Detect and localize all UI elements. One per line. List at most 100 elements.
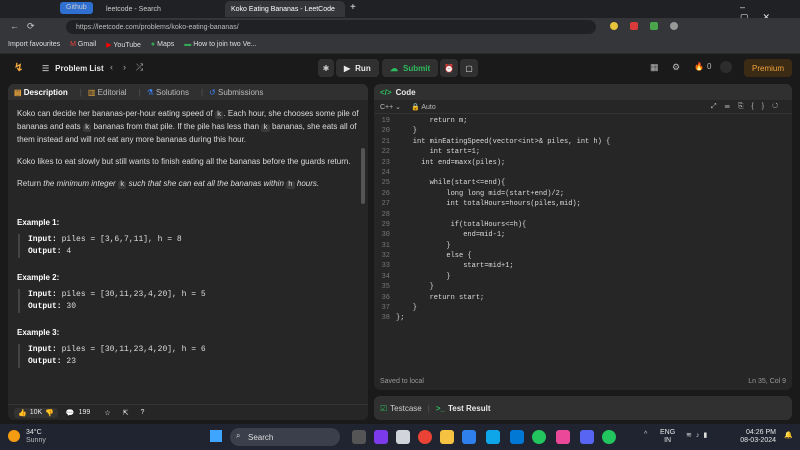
comments-button[interactable]: 💬 199 (66, 409, 90, 417)
favorite-youtube[interactable]: ▶ YouTube (106, 41, 141, 49)
description-panel: ▤ Description | ▥ Editorial | ⚗ Solution… (8, 84, 368, 420)
tab-github[interactable]: Github (60, 2, 93, 14)
tab-submissions[interactable]: ↺ Submissions (209, 88, 263, 97)
mail-icon[interactable] (510, 430, 524, 444)
profile-icon[interactable] (670, 22, 678, 30)
line-number: 36 (381, 293, 390, 302)
tray-chevron-icon[interactable]: ^ (644, 431, 647, 438)
tab-koko[interactable]: Koko Eating Bananas - LeetCode (225, 1, 345, 17)
url-field[interactable]: https://leetcode.com/problems/koko-eatin… (66, 20, 596, 34)
tab-leetcode-search[interactable]: leetcode - Search (100, 1, 220, 17)
language-indicator[interactable]: ENG IN (660, 429, 675, 445)
task-view-icon[interactable] (352, 430, 366, 444)
code-line[interactable]: 30 end=mid-1; (374, 230, 792, 240)
like-button[interactable]: 👍 10K 👎 (14, 407, 58, 418)
code-line[interactable]: 34 } (374, 272, 792, 282)
code-line[interactable]: 29 if(totalHours<=h){ (374, 220, 792, 230)
app-icon[interactable] (556, 430, 570, 444)
vscode-icon[interactable] (462, 430, 476, 444)
help-icon[interactable]: ? (140, 409, 144, 416)
new-tab-icon[interactable]: + (350, 2, 356, 13)
example-output: Output: 4 (28, 246, 359, 258)
code-line[interactable]: 22 int start=1; (374, 147, 792, 157)
taskbar-search[interactable]: ⌕ Search (230, 428, 340, 446)
settings-gear-icon[interactable]: ⚙ (672, 62, 680, 73)
weather-sun-icon[interactable] (8, 430, 20, 442)
browser-tab-bar: Github leetcode - Search Koko Eating Ban… (0, 0, 800, 22)
submit-button[interactable]: ☁ Submit (382, 59, 439, 77)
problem-list-button[interactable]: ☰ Problem List (42, 59, 104, 77)
app-icon[interactable] (374, 430, 388, 444)
timer-button[interactable]: ⏰ (440, 59, 458, 77)
streak-counter[interactable]: 🔥 0 (694, 62, 711, 71)
code-line[interactable]: 19 return m; (374, 116, 792, 126)
checkbox-icon: ☑ (380, 403, 388, 413)
code-line[interactable]: 38}; (374, 313, 792, 323)
run-button[interactable]: ▶ Run (336, 59, 379, 77)
language-select[interactable]: C++ ⌄ (380, 103, 401, 111)
star-icon[interactable]: ☆ (104, 409, 110, 417)
nav-arrows-icon[interactable]: ←⟳ (10, 21, 43, 32)
debug-button[interactable]: ✱ (318, 59, 334, 77)
whatsapp-icon[interactable] (602, 430, 616, 444)
file-explorer-icon[interactable] (440, 430, 454, 444)
tab-testcase[interactable]: ☑ Testcase (380, 404, 422, 413)
extension-icon[interactable] (610, 22, 618, 30)
app-icon[interactable] (486, 430, 500, 444)
notes-button[interactable]: ▢ (460, 59, 478, 77)
tab-test-result[interactable]: >_ Test Result (436, 404, 491, 413)
system-tray-icons[interactable]: ≋♪▮ (686, 431, 711, 439)
tab-description[interactable]: ▤ Description (14, 88, 68, 97)
description-scrollbar[interactable] (361, 148, 365, 204)
extension-icon[interactable] (630, 22, 638, 30)
thumbs-down-icon[interactable]: 👎 (45, 409, 54, 417)
favorite-gmail[interactable]: M Gmail (70, 41, 96, 48)
edge-icon[interactable] (532, 430, 546, 444)
premium-button[interactable]: Premium (744, 59, 793, 77)
code-line[interactable]: 32 else { (374, 251, 792, 261)
discord-icon[interactable] (580, 430, 594, 444)
code-line[interactable]: 21 int minEatingSpeed(vector<int>& piles… (374, 137, 792, 147)
leetcode-logo-icon[interactable]: ↯ (14, 61, 26, 74)
problem-list-label: Problem List (55, 63, 104, 73)
favorite-maps[interactable]: ● Maps (151, 41, 174, 48)
code-line[interactable]: 27 int totalHours=hours(piles,mid); (374, 199, 792, 209)
code-line[interactable]: 23 int end=maxx(piles); (374, 158, 792, 168)
tab-divider: | (200, 87, 204, 97)
code-line[interactable]: 31 } (374, 241, 792, 251)
tab-editorial[interactable]: ▥ Editorial (88, 88, 127, 97)
notifications-icon[interactable]: 🔔 (784, 431, 793, 439)
tab-solutions[interactable]: ⚗ Solutions (147, 88, 189, 97)
favorite-import[interactable]: Import favourites (8, 41, 60, 48)
chrome-icon[interactable] (418, 430, 432, 444)
app-icon[interactable] (396, 430, 410, 444)
code-line[interactable]: 24 (374, 168, 792, 178)
line-number: 21 (381, 137, 390, 146)
clock[interactable]: 04:26 PM 08-03-2024 (728, 429, 776, 445)
code-line[interactable]: 26 long long mid=(start+end)/2; (374, 189, 792, 199)
code-line[interactable]: 28 (374, 210, 792, 220)
code-line[interactable]: 36 return start; (374, 293, 792, 303)
line-number: 25 (381, 179, 390, 188)
code-line[interactable]: 20 } (374, 126, 792, 136)
code-line[interactable]: 25 while(start<=end){ (374, 178, 792, 188)
code-line[interactable]: 33 start=mid+1; (374, 261, 792, 271)
favorite-howto[interactable]: ▬ How to join two Ve... (184, 41, 256, 48)
share-icon[interactable]: ⇱ (123, 409, 129, 417)
code-editor[interactable]: 19 return m; 20 } 21 int minEatingSpeed(ve… (374, 116, 792, 366)
test-panel: ☑ Testcase | >_ Test Result (374, 396, 792, 420)
extension-icon[interactable] (650, 22, 658, 30)
layout-icon[interactable]: ▦ (650, 62, 659, 73)
weather-widget[interactable]: 34°C Sunny (26, 429, 46, 445)
code-line[interactable]: 37 } (374, 303, 792, 313)
line-code: while(start<=end){ (396, 179, 506, 188)
windows-start-icon[interactable] (210, 430, 222, 442)
code-line[interactable]: 35 } (374, 282, 792, 292)
url-text: https://leetcode.com/problems/koko-eatin… (76, 23, 239, 31)
avatar[interactable] (720, 61, 732, 73)
search-icon: ⌕ (236, 431, 241, 440)
auto-mode[interactable]: 🔒 Auto (411, 103, 436, 111)
browser-extension-icons[interactable] (610, 22, 678, 30)
prev-next-shuffle-icons[interactable]: ‹›⤮ (110, 62, 153, 73)
code-toolbar-icons[interactable]: ⤢☰⎘{}↺ (711, 103, 786, 111)
